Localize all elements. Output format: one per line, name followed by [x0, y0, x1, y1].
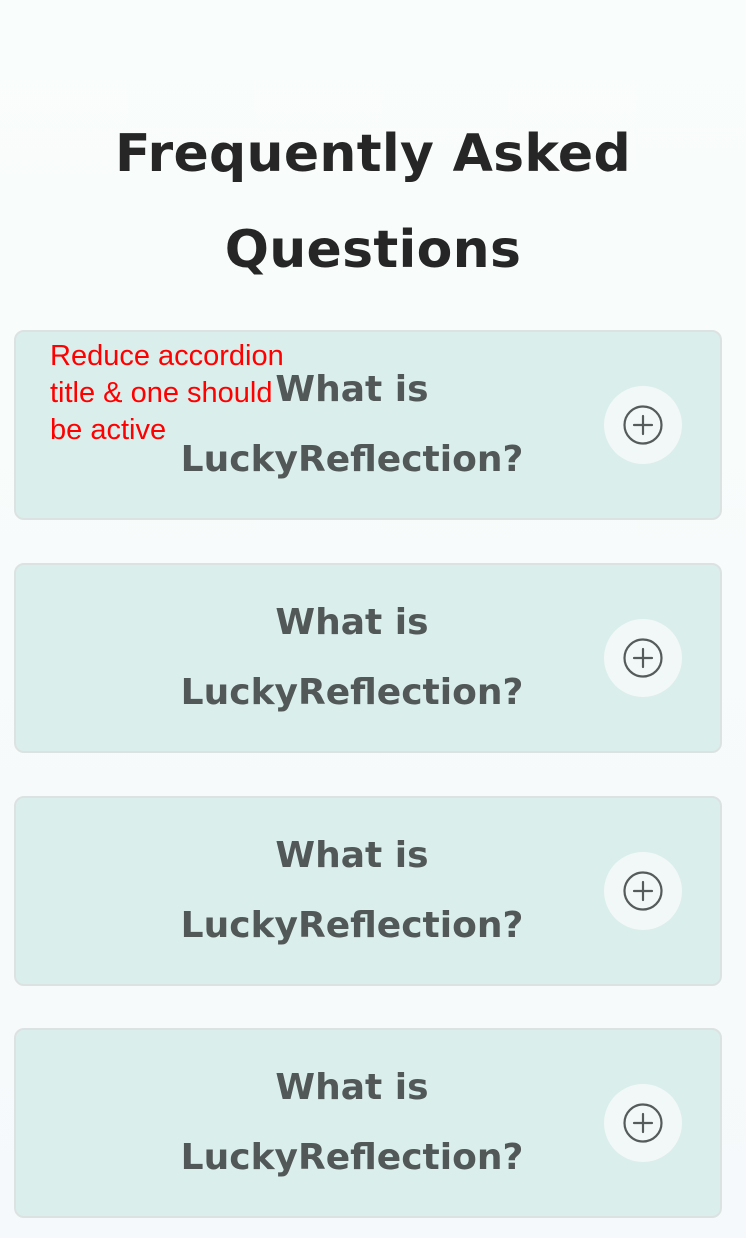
accordion-toggle-button[interactable] — [604, 1084, 682, 1162]
plus-circle-icon — [623, 638, 663, 678]
accordion-question: What is LuckyReflection? — [16, 1053, 688, 1193]
accordion-question-line-1: What is — [275, 1067, 429, 1108]
accordion-toggle-button[interactable] — [604, 619, 682, 697]
plus-circle-icon — [623, 1103, 663, 1143]
plus-circle-icon — [623, 405, 663, 445]
plus-circle-icon — [623, 871, 663, 911]
faq-accordion-item-3[interactable]: What is LuckyReflection? — [14, 796, 722, 986]
accordion-question-line-1: What is — [275, 835, 429, 876]
review-annotation: Reduce accordion title & one should be a… — [50, 338, 320, 449]
faq-heading-line-1: Frequently Asked — [115, 124, 631, 184]
faq-accordion-item-2[interactable]: What is LuckyReflection? — [14, 563, 722, 753]
review-annotation-line-2: title & one should — [50, 377, 273, 409]
accordion-toggle-button[interactable] — [604, 386, 682, 464]
accordion-question-line-2: LuckyReflection? — [180, 672, 524, 713]
faq-heading: Frequently Asked Questions — [0, 106, 746, 298]
accordion-toggle-button[interactable] — [604, 852, 682, 930]
accordion-question-line-2: LuckyReflection? — [180, 905, 524, 946]
faq-accordion-item-4[interactable]: What is LuckyReflection? — [14, 1028, 722, 1218]
accordion-question: What is LuckyReflection? — [16, 588, 688, 728]
accordion-question-line-1: What is — [275, 602, 429, 643]
review-annotation-line-3: be active — [50, 414, 167, 446]
review-annotation-line-1: Reduce accordion — [50, 340, 284, 372]
accordion-question: What is LuckyReflection? — [16, 821, 688, 961]
faq-heading-line-2: Questions — [224, 220, 522, 280]
accordion-question-line-2: LuckyReflection? — [180, 1137, 524, 1178]
